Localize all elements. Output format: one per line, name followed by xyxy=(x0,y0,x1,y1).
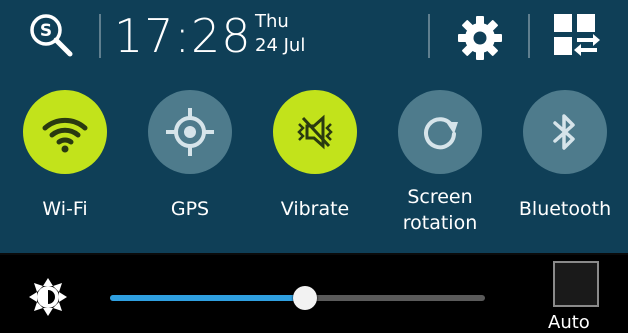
notification-panel: S 17:28 Thu 24 Jul Wi-Fi GPS Vibrate Scr… xyxy=(0,0,628,255)
tile-label: Bluetooth xyxy=(518,198,612,220)
clock-time: 17:28 xyxy=(114,9,252,63)
tile-label-line1: Screen xyxy=(407,186,473,208)
vibrate-toggle[interactable] xyxy=(273,90,357,174)
edit-tiles-icon[interactable] xyxy=(554,14,600,58)
tile-label-line2: rotation xyxy=(402,212,478,234)
auto-brightness-checkbox[interactable] xyxy=(553,261,599,307)
status-header: S 17:28 Thu 24 Jul xyxy=(0,0,628,76)
header-divider xyxy=(528,14,530,58)
tile-wifi[interactable]: Wi-Fi xyxy=(5,90,125,250)
bluetooth-toggle[interactable] xyxy=(523,90,607,174)
search-icon[interactable]: S xyxy=(28,12,74,58)
tile-label: GPS xyxy=(170,198,210,220)
date-text: 24 Jul xyxy=(255,35,306,56)
auto-brightness-label: Auto xyxy=(548,312,590,333)
settings-gear-icon[interactable] xyxy=(456,14,504,62)
brightness-row: Auto xyxy=(0,255,628,333)
brightness-slider-fill xyxy=(110,295,305,301)
vibrate-icon xyxy=(297,114,333,150)
brightness-icon xyxy=(28,277,68,317)
screen-rotation-icon xyxy=(424,117,458,150)
svg-text:S: S xyxy=(40,21,52,41)
wifi-icon xyxy=(42,117,88,153)
brightness-slider[interactable] xyxy=(110,286,485,310)
gps-icon xyxy=(166,108,214,156)
tile-label: Vibrate xyxy=(280,198,350,220)
tile-bluetooth[interactable]: Bluetooth xyxy=(505,90,625,250)
header-divider xyxy=(428,14,430,58)
wifi-toggle[interactable] xyxy=(23,90,107,174)
tile-label: Screen rotation xyxy=(370,184,510,236)
brightness-slider-thumb[interactable] xyxy=(293,286,317,310)
tile-gps[interactable]: GPS xyxy=(130,90,250,250)
tile-label: Wi-Fi xyxy=(42,198,88,220)
gps-toggle[interactable] xyxy=(148,90,232,174)
bluetooth-icon xyxy=(553,114,575,150)
day-of-week: Thu xyxy=(255,11,289,32)
screen-rotation-toggle[interactable] xyxy=(398,90,482,174)
tile-screen-rotation[interactable]: Screen rotation xyxy=(380,90,500,250)
header-divider xyxy=(99,14,101,58)
tile-vibrate[interactable]: Vibrate xyxy=(255,90,375,250)
